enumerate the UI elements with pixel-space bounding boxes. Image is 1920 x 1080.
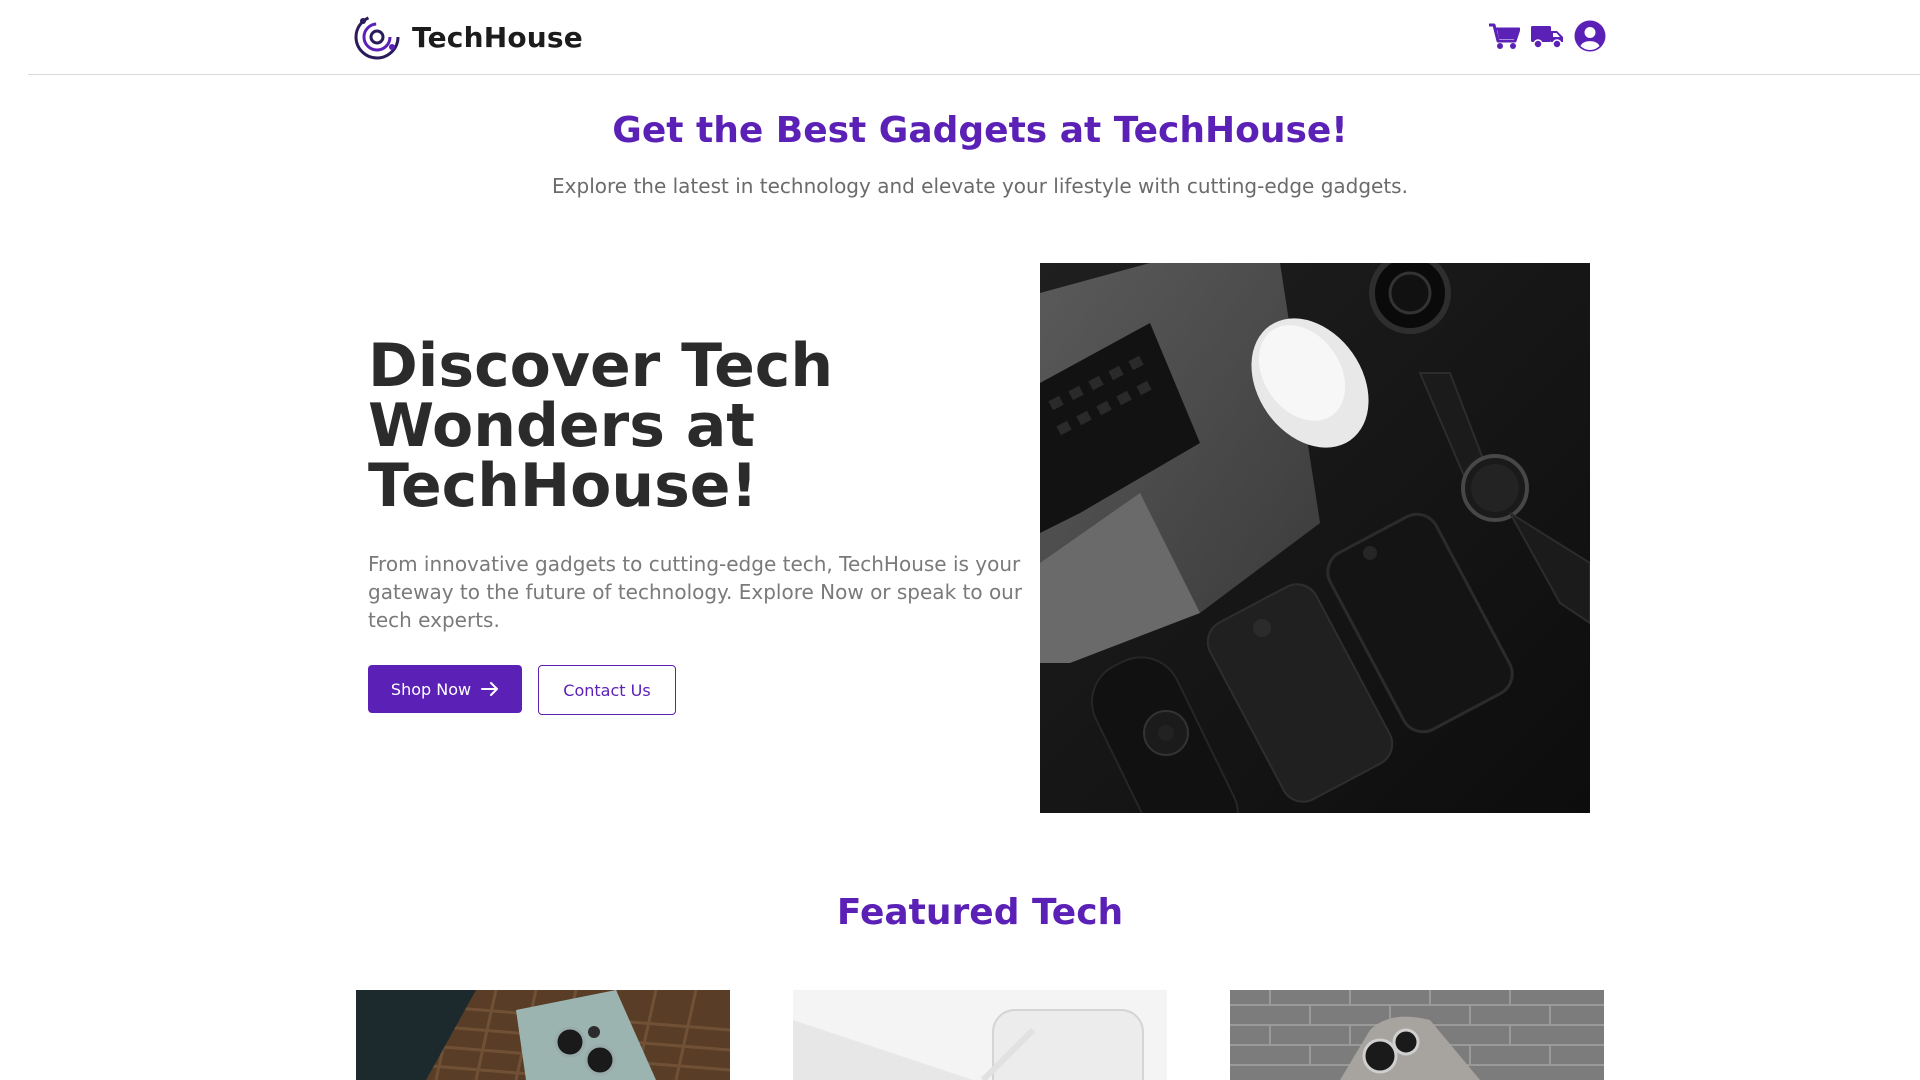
contact-us-button[interactable]: Contact Us bbox=[538, 665, 676, 715]
hero-gadgets-photo bbox=[1040, 263, 1590, 813]
hero-description: From innovative gadgets to cutting-edge … bbox=[368, 552, 1023, 632]
featured-product-image[interactable] bbox=[1230, 990, 1604, 1080]
intro-title: Get the Best Gadgets at TechHouse! bbox=[612, 110, 1348, 151]
logo-icon bbox=[354, 14, 400, 60]
hero-title: Discover Tech Wonders at TechHouse! bbox=[368, 331, 834, 521]
hero-gadgets-image bbox=[1040, 263, 1590, 813]
intro-subtitle: Explore the latest in technology and ele… bbox=[552, 174, 1408, 198]
featured-case-photo bbox=[793, 990, 1167, 1080]
arrow-right-icon bbox=[481, 682, 499, 696]
featured-phone-wall-photo bbox=[1230, 990, 1604, 1080]
delivery-truck-icon[interactable] bbox=[1530, 22, 1564, 50]
intro-section: Get the Best Gadgets at TechHouse! bbox=[0, 110, 1920, 151]
featured-phone-photo bbox=[356, 990, 730, 1080]
navbar: TechHouse bbox=[0, 0, 1920, 76]
brand-link[interactable]: TechHouse bbox=[352, 12, 583, 62]
nav-icons bbox=[1488, 20, 1606, 52]
navbar-divider bbox=[28, 74, 1920, 75]
user-account-icon[interactable] bbox=[1574, 20, 1606, 52]
shop-now-label: Shop Now bbox=[390, 679, 472, 699]
featured-product-image[interactable] bbox=[356, 990, 730, 1080]
brand-name: TechHouse bbox=[412, 20, 583, 54]
shop-now-button[interactable]: Shop Now bbox=[368, 665, 522, 713]
featured-title: Featured Tech bbox=[836, 892, 1124, 933]
cart-icon[interactable] bbox=[1488, 22, 1520, 50]
featured-product-image[interactable] bbox=[793, 990, 1167, 1080]
